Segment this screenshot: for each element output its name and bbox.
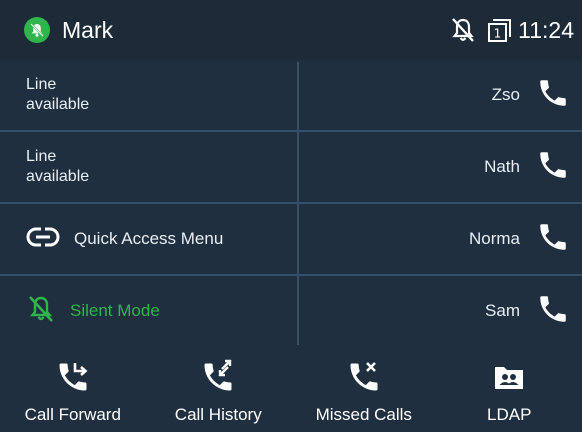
softkey-label: Call History (174, 405, 262, 424)
ldap-softkey[interactable]: LDAP (437, 345, 582, 432)
bell-off-icon (26, 293, 56, 329)
handset-icon (536, 220, 570, 258)
speed-dial-zso[interactable]: Zso (297, 60, 582, 130)
speed-dial-nath[interactable]: Nath (297, 132, 582, 202)
clock: 11:24 (518, 16, 574, 43)
speed-dial-norma[interactable]: Norma (297, 204, 582, 274)
call-forward-icon (55, 359, 91, 399)
status-indicators: 1 11:24 (448, 0, 574, 60)
softkey-label: Call Forward (24, 405, 121, 424)
ldap-directory-icon (491, 359, 527, 399)
call-forward-softkey[interactable]: Call Forward (0, 345, 146, 432)
silent-mode-label: Silent Mode (70, 300, 160, 320)
presence-dnd-icon (24, 17, 50, 43)
contact-name: Zso (491, 85, 520, 104)
line-key-icon: 1 (486, 16, 514, 44)
softkey-label: LDAP (487, 405, 532, 424)
account-indicator[interactable]: Mark (24, 17, 113, 44)
link-icon (26, 226, 60, 252)
softkey-bar: Call Forward Call History Missed Calls L… (0, 345, 582, 432)
status-bar: Mark 1 11:24 (0, 0, 582, 60)
missed-calls-icon (346, 359, 382, 399)
line-status: Line available (26, 76, 90, 113)
phone-screen: Mark 1 11:24 Line available Zso Line ava… (0, 0, 582, 432)
line-key-row: Silent Mode Sam (0, 276, 582, 345)
contact-name: Sam (485, 300, 520, 320)
call-history-icon (200, 359, 236, 399)
line-key-grid: Line available Zso Line available Nath Q… (0, 60, 582, 345)
line-key-1[interactable]: Line available (0, 60, 297, 130)
line-key-2[interactable]: Line available (0, 132, 297, 202)
line-key-row: Line available Nath (0, 132, 582, 202)
handset-icon (536, 76, 570, 114)
quick-access-menu-label: Quick Access Menu (74, 229, 224, 248)
call-history-softkey[interactable]: Call History (146, 345, 292, 432)
handset-icon (536, 148, 570, 186)
softkey-label: Missed Calls (315, 405, 412, 424)
line-badge: 1 (494, 27, 502, 41)
line-key-row: Quick Access Menu Norma (0, 204, 582, 274)
account-name: Mark (62, 16, 114, 43)
quick-access-menu-key[interactable]: Quick Access Menu (0, 204, 297, 274)
contact-name: Nath (484, 157, 520, 176)
bell-off-icon (448, 15, 478, 45)
line-key-row: Line available Zso (0, 60, 582, 130)
handset-icon (536, 292, 570, 330)
silent-mode-key[interactable]: Silent Mode (0, 276, 297, 345)
speed-dial-sam[interactable]: Sam (297, 276, 582, 345)
line-status: Line available (26, 148, 90, 185)
missed-calls-softkey[interactable]: Missed Calls (291, 345, 437, 432)
contact-name: Norma (468, 229, 520, 248)
